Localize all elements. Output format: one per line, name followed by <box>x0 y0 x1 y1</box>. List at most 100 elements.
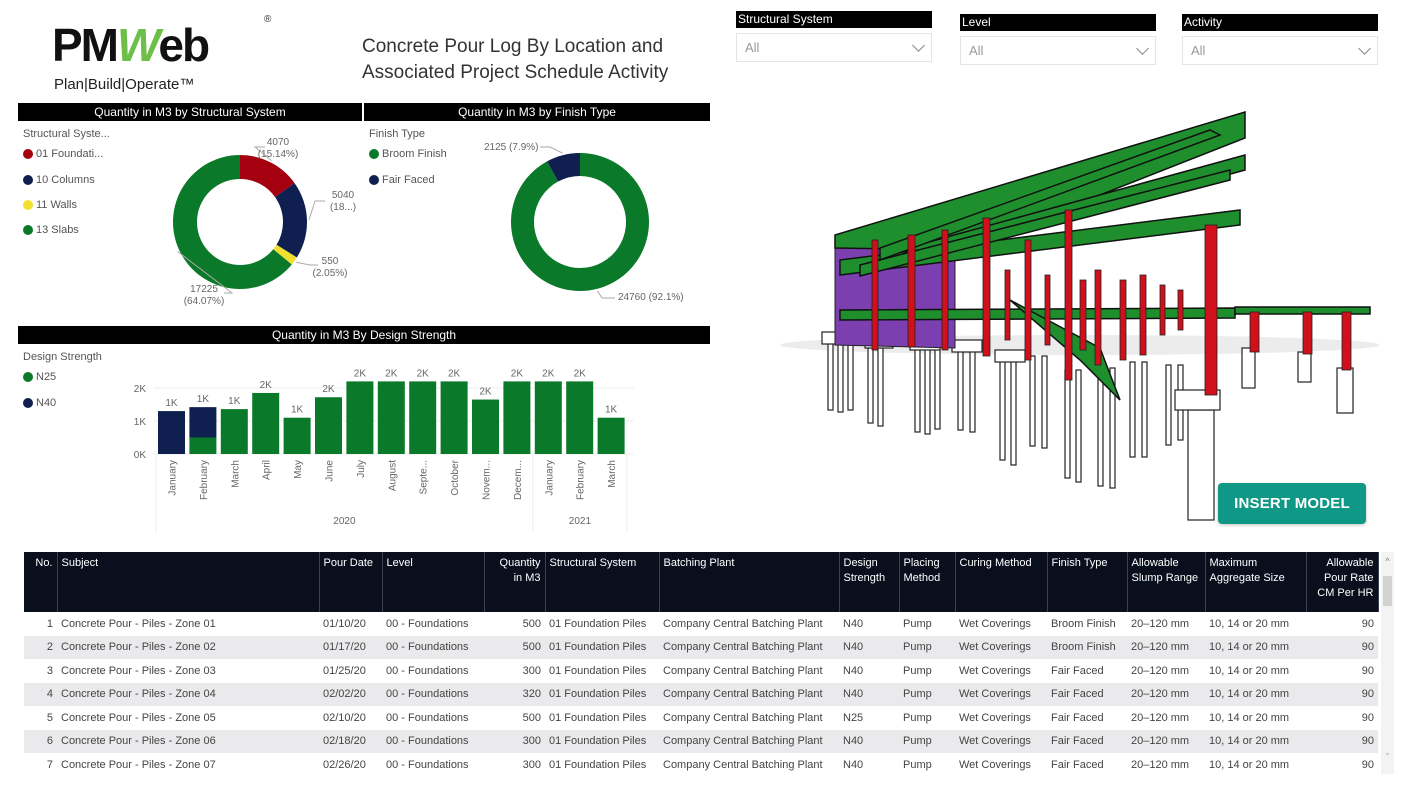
bar-n40[interactable] <box>158 411 185 454</box>
bar-n25[interactable] <box>534 381 562 454</box>
logo-tagline: Plan|Build|Operate™ <box>54 76 195 93</box>
bar-n25[interactable] <box>566 381 594 454</box>
table-row[interactable]: 5 Concrete Pour - Piles - Zone 05 02/10/20… <box>24 706 1378 730</box>
data-label: (2.05%) <box>312 268 347 279</box>
structural-system-dropdown[interactable]: All <box>736 33 932 62</box>
table-cell: 300 <box>522 758 541 771</box>
legend-item-walls[interactable]: 11 Walls <box>23 199 77 211</box>
table-cell: Company Central Batching Plant <box>663 617 823 630</box>
activity-dropdown[interactable]: All <box>1182 36 1378 65</box>
legend-dot <box>23 372 33 382</box>
scroll-down-icon[interactable]: ˇ <box>1382 752 1393 762</box>
table-cell: 10, 14 or 20 mm <box>1205 682 1306 706</box>
table-cell: 20–120 mm <box>1131 758 1190 771</box>
bar-n25[interactable] <box>346 381 374 454</box>
column-header[interactable]: Design Strength <box>839 552 900 612</box>
legend-item-fair-faced[interactable]: Fair Faced <box>369 174 435 186</box>
table-cell: 90 <box>1361 664 1374 677</box>
scrollbar-thumb[interactable] <box>1383 576 1392 606</box>
legend-item-n25[interactable]: N25 <box>23 371 56 383</box>
table-cell: N40 <box>839 635 899 659</box>
data-label: 17225 <box>190 284 218 295</box>
column-header[interactable]: Curing Method <box>955 552 1048 612</box>
column-header[interactable]: Maximum Aggregate Size <box>1205 552 1307 612</box>
table-cell: Pump <box>903 758 932 771</box>
table-cell: 01/10/20 <box>323 617 366 630</box>
bim-3d-model-viewer[interactable] <box>780 100 1405 545</box>
legend-item-foundations[interactable]: 01 Foundati... <box>23 148 103 160</box>
year-label: 2020 <box>333 516 356 527</box>
bar-n25[interactable] <box>597 417 625 454</box>
table-row[interactable]: 7 Concrete Pour - Piles - Zone 07 02/26/20… <box>24 753 1378 777</box>
table-cell: 2 <box>24 635 57 659</box>
insert-model-button[interactable]: INSERT MODEL <box>1218 483 1366 524</box>
legend-item-columns[interactable]: 10 Columns <box>23 174 95 186</box>
table-cell: 20–120 mm <box>1131 664 1190 677</box>
bar-n40[interactable] <box>189 407 217 438</box>
column-header[interactable]: Allowable Slump Range <box>1127 552 1206 612</box>
bar-n25[interactable] <box>252 392 280 454</box>
x-tick-label: Septe... <box>419 460 430 494</box>
table-cell: 00 - Foundations <box>386 711 469 724</box>
logo-pm: PM <box>52 19 119 71</box>
x-tick-label: March <box>230 460 241 488</box>
table-scrollbar[interactable]: ^ ˇ <box>1381 552 1394 774</box>
table-cell: Pump <box>903 711 932 724</box>
legend-label: N40 <box>36 397 57 409</box>
column-header[interactable]: Level <box>382 552 485 612</box>
design-strength-bar-chart: 0K 1K 2K 1K January 1K February 1K March 2K April 1… <box>134 368 634 532</box>
bar-n25[interactable] <box>472 399 499 454</box>
bar-data-label: 2K <box>511 368 524 379</box>
finish-type-donut-chart: 24760 (92.1%) 2125 (7.9%) <box>484 142 684 303</box>
legend-dot <box>23 175 33 185</box>
table-cell: 01 Foundation Piles <box>549 617 647 630</box>
legend-dot <box>23 149 33 159</box>
scroll-up-icon[interactable]: ^ <box>1382 556 1393 566</box>
bar-n25[interactable] <box>315 397 342 454</box>
legend-item-broom-finish[interactable]: Broom Finish <box>369 148 447 160</box>
table-cell: Company Central Batching Plant <box>663 711 823 724</box>
table-cell: 00 - Foundations <box>386 664 469 677</box>
x-tick-label: January <box>168 460 179 496</box>
column-header[interactable]: Subject <box>57 552 320 612</box>
legend-label: Fair Faced <box>382 174 435 186</box>
table-cell: 90 <box>1361 617 1374 630</box>
donut-slice[interactable] <box>275 183 307 258</box>
bar-data-label: 2K <box>354 368 367 379</box>
legend-item-n40[interactable]: N40 <box>23 397 56 409</box>
column-header[interactable]: Quantity in M3 <box>484 552 546 612</box>
bar-n25[interactable] <box>503 381 531 454</box>
y-tick-label: 0K <box>134 450 147 461</box>
table-cell: 20–120 mm <box>1127 682 1205 706</box>
table-row[interactable]: 2 Concrete Pour - Piles - Zone 02 01/17/20… <box>24 635 1378 659</box>
bar-n25[interactable] <box>409 381 437 454</box>
column-header[interactable]: No. <box>24 552 58 612</box>
level-dropdown[interactable]: All <box>960 36 1156 65</box>
column-header[interactable]: Pour Date <box>319 552 383 612</box>
x-tick-label: March <box>607 460 618 488</box>
column-header[interactable]: Placing Method <box>899 552 956 612</box>
bar-n25[interactable] <box>283 417 311 454</box>
bar-n25[interactable] <box>440 381 468 454</box>
slicer-level: Level All <box>960 14 1156 65</box>
bar-n25[interactable] <box>377 381 405 454</box>
bar-n25[interactable] <box>189 437 217 455</box>
column-header[interactable]: Batching Plant <box>659 552 840 612</box>
column-header[interactable]: Allowable Pour Rate CM Per HR <box>1306 552 1379 612</box>
legend-item-slabs[interactable]: 13 Slabs <box>23 224 79 236</box>
table-cell: 00 - Foundations <box>382 635 484 659</box>
table-row[interactable]: 4 Concrete Pour - Piles - Zone 04 02/02/20… <box>24 682 1378 706</box>
table-row[interactable]: 3 Concrete Pour - Piles - Zone 03 01/25/20… <box>24 659 1378 683</box>
column-header[interactable]: Finish Type <box>1047 552 1128 612</box>
table-row[interactable]: 6 Concrete Pour - Piles - Zone 06 02/18/20… <box>24 729 1378 753</box>
column-header[interactable]: Structural System <box>545 552 660 612</box>
slicer-activity: Activity All <box>1182 14 1378 65</box>
x-tick-label: June <box>325 460 336 482</box>
bar-data-label: 2K <box>417 368 430 379</box>
table-row[interactable]: 1 Concrete Pour - Piles - Zone 01 01/10/20… <box>24 612 1378 636</box>
legend-title: Design Strength <box>23 351 102 363</box>
table-cell: Broom Finish <box>1047 635 1127 659</box>
table-cell: Wet Coverings <box>959 617 1031 630</box>
x-tick-label: May <box>293 460 304 479</box>
bar-n25[interactable] <box>220 409 248 454</box>
